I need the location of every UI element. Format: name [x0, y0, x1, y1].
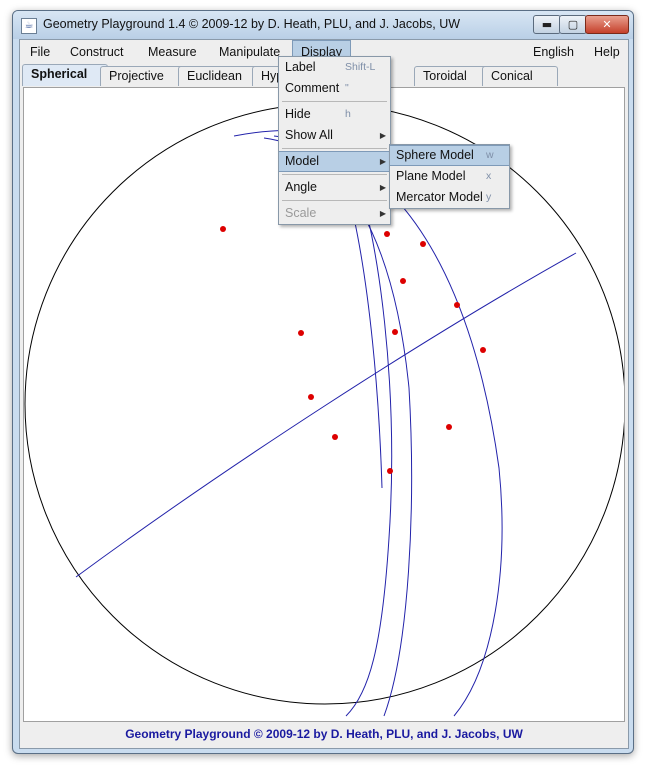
menu-construct[interactable]: Construct	[62, 40, 132, 64]
submenu-arrow-icon: ▶	[379, 157, 386, 166]
close-button[interactable]: ✕	[585, 15, 629, 34]
menu-item-comment-text: Comment	[285, 81, 340, 95]
point[interactable]	[420, 241, 426, 247]
point[interactable]	[480, 347, 486, 353]
shortcut-label: Shift-L	[345, 61, 376, 73]
menu-manipulate[interactable]: Manipulate	[211, 40, 288, 64]
model-submenu: Sphere Model w Plane Model x Mercator Mo…	[389, 144, 510, 209]
point[interactable]	[454, 302, 460, 308]
point[interactable]	[298, 330, 304, 336]
window-title: Geometry Playground 1.4 © 2009-12 by D. …	[43, 17, 461, 31]
submenu-arrow-icon: ▶	[379, 183, 386, 192]
tab-spherical[interactable]: Spherical	[22, 64, 108, 86]
menu-file[interactable]: File	[22, 40, 58, 64]
point[interactable]	[392, 329, 398, 335]
menu-item-angle-text: Angle	[285, 180, 317, 194]
point[interactable]	[400, 278, 406, 284]
shortcut-label: w	[486, 149, 494, 161]
menu-separator	[282, 101, 387, 102]
menu-item-angle[interactable]: Angle ▶	[279, 177, 390, 198]
minimize-button[interactable]: ▬	[533, 15, 561, 34]
shortcut-label: "	[345, 82, 349, 94]
submenu-arrow-icon: ▶	[379, 131, 386, 140]
menu-item-comment[interactable]: Comment "	[279, 78, 390, 99]
display-menu-dropdown: Label Shift-L Comment " Hide h Show All …	[278, 56, 391, 225]
menu-item-mercator-model-text: Mercator Model	[396, 190, 483, 204]
submenu-arrow-icon: ▶	[379, 209, 386, 218]
java-icon: ☕	[21, 18, 37, 34]
menu-item-sphere-model-text: Sphere Model	[396, 148, 474, 162]
shortcut-label: h	[345, 108, 351, 120]
tab-conical[interactable]: Conical	[482, 66, 558, 86]
menu-separator	[282, 174, 387, 175]
menu-help[interactable]: Help	[586, 40, 628, 64]
title-bar[interactable]: ☕ Geometry Playground 1.4 © 2009-12 by D…	[13, 11, 633, 39]
menu-item-show-all[interactable]: Show All ▶	[279, 125, 390, 146]
menu-item-model[interactable]: Model ▶	[279, 151, 390, 172]
menu-measure[interactable]: Measure	[140, 40, 205, 64]
point[interactable]	[446, 424, 452, 430]
point[interactable]	[384, 231, 390, 237]
great-circle-line[interactable]	[75, 252, 577, 578]
menu-item-show-all-text: Show All	[285, 128, 333, 142]
point[interactable]	[308, 394, 314, 400]
tab-toroidal[interactable]: Toroidal	[414, 66, 492, 86]
menu-item-scale: Scale ▶	[279, 203, 390, 224]
menu-item-plane-model-text: Plane Model	[396, 169, 466, 183]
menu-item-hide[interactable]: Hide h	[279, 104, 390, 125]
tab-projective[interactable]: Projective	[100, 66, 190, 86]
menu-item-mercator-model[interactable]: Mercator Model y	[390, 187, 509, 208]
point[interactable]	[220, 226, 226, 232]
menu-item-sphere-model[interactable]: Sphere Model w	[390, 145, 509, 166]
menu-item-model-text: Model	[285, 154, 320, 168]
menu-item-label[interactable]: Label Shift-L	[279, 57, 390, 78]
menu-item-hide-text: Hide	[285, 107, 311, 121]
shortcut-label: y	[486, 191, 492, 203]
menu-item-scale-text: Scale	[285, 206, 317, 220]
points-group	[220, 226, 486, 474]
menu-item-label-text: Label	[285, 60, 316, 74]
menu-english[interactable]: English	[525, 40, 582, 64]
great-circle-line[interactable]	[353, 217, 383, 489]
menu-item-plane-model[interactable]: Plane Model x	[390, 166, 509, 187]
point[interactable]	[332, 434, 338, 440]
menu-separator	[282, 200, 387, 201]
shortcut-label: x	[486, 170, 492, 182]
maximize-button[interactable]: ▢	[559, 15, 587, 34]
footer-credit: Geometry Playground © 2009-12 by D. Heat…	[125, 727, 523, 741]
menu-separator	[282, 148, 387, 149]
point[interactable]	[387, 468, 393, 474]
